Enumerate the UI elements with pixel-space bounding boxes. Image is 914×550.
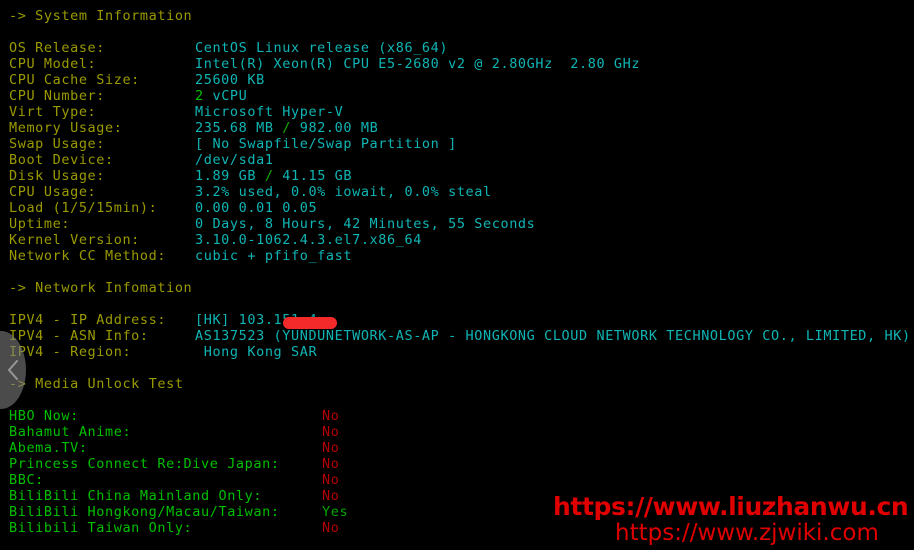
value-cpu-unit: vCPU xyxy=(203,88,248,104)
row-virt-type: Virt Type: Microsoft Hyper-V xyxy=(0,104,914,120)
label-kernel-version: Kernel Version: xyxy=(9,232,140,248)
row-cpu-model: CPU Model: Intel(R) Xeon(R) CPU E5-2680 … xyxy=(0,56,914,72)
value-memory-separator: / xyxy=(282,120,292,136)
label-media-bbc: BBC: xyxy=(9,472,44,488)
spacer-after-network-header xyxy=(0,296,914,312)
value-cpu-usage: 3.2% used, 0.0% iowait, 0.0% steal xyxy=(195,184,492,200)
spacer-before-media xyxy=(0,360,914,376)
row-media-princess-connect: Princess Connect Re:Dive Japan: No xyxy=(0,456,914,472)
value-media-bbc: No xyxy=(322,472,340,488)
row-kernel-version: Kernel Version: 3.10.0-1062.4.3.el7.x86_… xyxy=(0,232,914,248)
value-network-cc-method: cubic + pfifo_fast xyxy=(195,248,353,264)
label-cpu-number: CPU Number: xyxy=(9,88,106,104)
row-swap-usage: Swap Usage: [ No Swapfile/Swap Partition… xyxy=(0,136,914,152)
value-cpu-number: 2 vCPU xyxy=(195,88,247,104)
value-media-bilibili-china: No xyxy=(322,488,340,504)
label-media-hbo-now: HBO Now: xyxy=(9,408,79,424)
section-header-network: -> Network Infomation xyxy=(9,280,193,296)
row-memory-usage: Memory Usage: 235.68 MB / 982.00 MB xyxy=(0,120,914,136)
row-load-average: Load (1/5/15min): 0.00 0.01 0.05 xyxy=(0,200,914,216)
value-media-bilibili-taiwan: No xyxy=(322,520,340,536)
label-media-bahamut-anime: Bahamut Anime: xyxy=(9,424,132,440)
value-media-hbo-now: No xyxy=(322,408,340,424)
label-uptime: Uptime: xyxy=(9,216,71,232)
label-boot-device: Boot Device: xyxy=(9,152,114,168)
terminal-output: -> System Information OS Release: CentOS… xyxy=(0,0,914,550)
watermark-primary: https://www.liuzhanwu.cn xyxy=(553,492,909,521)
label-media-bilibili-taiwan: Bilibili Taiwan Only: xyxy=(9,520,193,536)
value-media-princess-connect: No xyxy=(322,456,340,472)
value-memory-used: 235.68 MB xyxy=(195,120,283,136)
row-uptime: Uptime: 0 Days, 8 Hours, 42 Minutes, 55 … xyxy=(0,216,914,232)
value-kernel-version: 3.10.0-1062.4.3.el7.x86_64 xyxy=(195,232,422,248)
value-disk-separator: / xyxy=(264,168,274,184)
label-network-cc-method: Network CC Method: xyxy=(9,248,167,264)
value-disk-used: 1.89 GB xyxy=(195,168,265,184)
chevron-left-icon xyxy=(6,358,20,382)
label-disk-usage: Disk Usage: xyxy=(9,168,106,184)
row-cpu-number: CPU Number: 2 vCPU xyxy=(0,88,914,104)
label-virt-type: Virt Type: xyxy=(9,104,97,120)
row-cpu-usage: CPU Usage: 3.2% used, 0.0% iowait, 0.0% … xyxy=(0,184,914,200)
spacer-after-system-header xyxy=(0,24,914,40)
label-swap-usage: Swap Usage: xyxy=(9,136,106,152)
row-media-bahamut-anime: Bahamut Anime: No xyxy=(0,424,914,440)
label-ipv4-asn-info: IPV4 - ASN Info: xyxy=(9,328,149,344)
row-os-release: OS Release: CentOS Linux release (x86_64… xyxy=(0,40,914,56)
label-memory-usage: Memory Usage: xyxy=(9,120,123,136)
value-ipv4-asn-info: AS137523 (YUNDUNETWORK-AS-AP - HONGKONG … xyxy=(195,328,911,344)
value-os-release: CentOS Linux release (x86_64) xyxy=(195,40,449,56)
value-ipv4-region: Hong Kong SAR xyxy=(195,344,318,360)
row-cpu-cache-size: CPU Cache Size: 25600 KB xyxy=(0,72,914,88)
top-spacer xyxy=(0,0,914,8)
value-media-abema-tv: No xyxy=(322,440,340,456)
value-virt-type: Microsoft Hyper-V xyxy=(195,104,344,120)
value-disk-total: 41.15 GB xyxy=(273,168,353,184)
spacer-after-media-header xyxy=(0,392,914,408)
value-cpu-count: 2 xyxy=(195,88,204,104)
section-header-media: -> Media Unlock Test xyxy=(9,376,184,392)
value-boot-device: /dev/sda1 xyxy=(195,152,274,168)
value-media-bahamut-anime: No xyxy=(322,424,340,440)
label-load-average: Load (1/5/15min): xyxy=(9,200,158,216)
value-load-average: 0.00 0.01 0.05 xyxy=(195,200,318,216)
row-ipv4-address: IPV4 - IP Address: [HK] 103.151.4 xyxy=(0,312,914,328)
watermark-secondary: https://www.zjwiki.com xyxy=(615,520,879,546)
label-ipv4-region: IPV4 - Region: xyxy=(9,344,132,360)
label-media-bilibili-hkmotw: BiliBili Hongkong/Macau/Taiwan: xyxy=(9,504,280,520)
value-media-bilibili-hkmotw: Yes xyxy=(322,504,349,520)
value-memory-total: 982.00 MB xyxy=(291,120,379,136)
value-cpu-cache-size: 25600 KB xyxy=(195,72,265,88)
label-media-bilibili-china: BiliBili China Mainland Only: xyxy=(9,488,263,504)
label-media-princess-connect: Princess Connect Re:Dive Japan: xyxy=(9,456,280,472)
row-ipv4-asn-info: IPV4 - ASN Info: AS137523 (YUNDUNETWORK-… xyxy=(0,328,914,344)
row-boot-device: Boot Device: /dev/sda1 xyxy=(0,152,914,168)
label-cpu-model: CPU Model: xyxy=(9,56,97,72)
label-cpu-cache-size: CPU Cache Size: xyxy=(9,72,140,88)
row-media-hbo-now: HBO Now: No xyxy=(0,408,914,424)
value-swap-usage: [ No Swapfile/Swap Partition ] xyxy=(195,136,457,152)
ip-address-redaction-blob xyxy=(283,317,337,329)
row-media-bbc: BBC: No xyxy=(0,472,914,488)
label-media-abema-tv: Abema.TV: xyxy=(9,440,88,456)
row-disk-usage: Disk Usage: 1.89 GB / 41.15 GB xyxy=(0,168,914,184)
value-uptime: 0 Days, 8 Hours, 42 Minutes, 55 Seconds xyxy=(195,216,536,232)
section-header-system: -> System Information xyxy=(9,8,193,24)
value-disk-usage: 1.89 GB / 41.15 GB xyxy=(195,168,352,184)
spacer-before-network xyxy=(0,264,914,280)
label-cpu-usage: CPU Usage: xyxy=(9,184,97,200)
row-media-abema-tv: Abema.TV: No xyxy=(0,440,914,456)
label-ipv4-address: IPV4 - IP Address: xyxy=(9,312,167,328)
value-memory-usage: 235.68 MB / 982.00 MB xyxy=(195,120,378,136)
row-ipv4-region: IPV4 - Region: Hong Kong SAR xyxy=(0,344,914,360)
value-cpu-model: Intel(R) Xeon(R) CPU E5-2680 v2 @ 2.80GH… xyxy=(195,56,641,72)
label-os-release: OS Release: xyxy=(9,40,106,56)
row-network-cc-method: Network CC Method: cubic + pfifo_fast xyxy=(0,248,914,264)
